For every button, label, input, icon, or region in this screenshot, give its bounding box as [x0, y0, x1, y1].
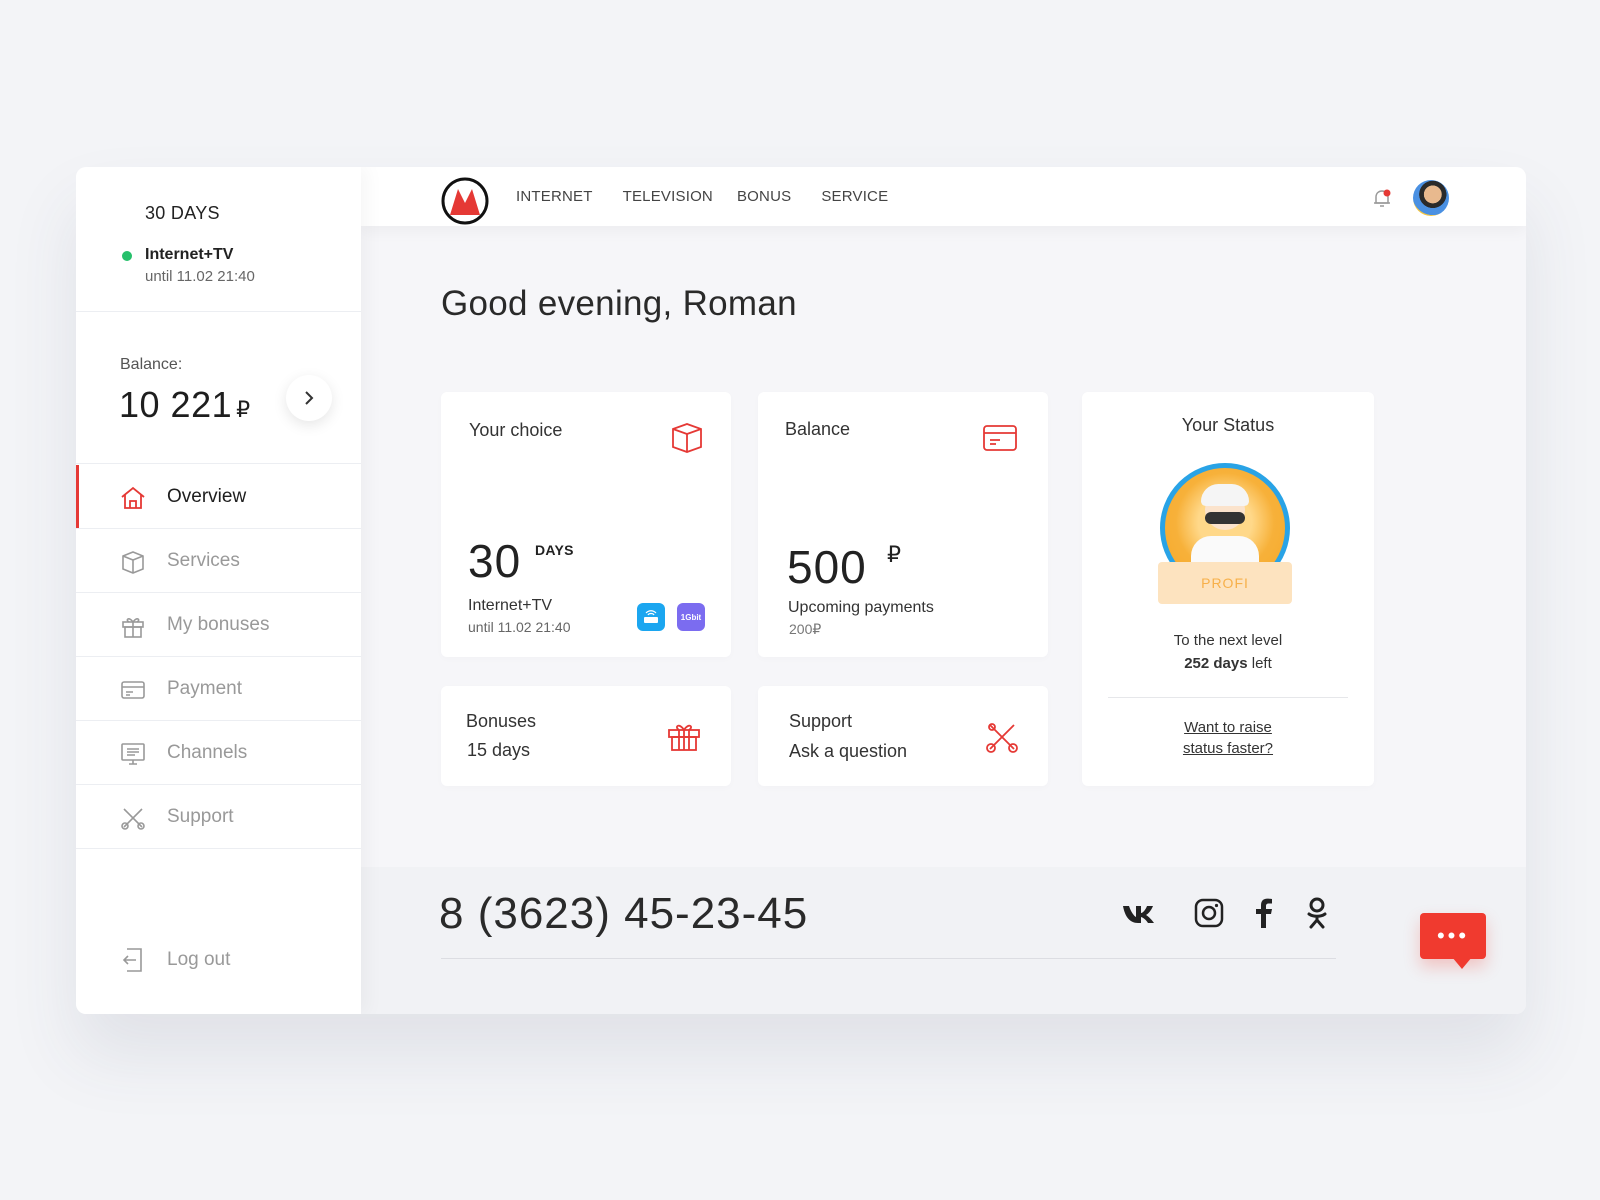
plan-name: Internet+TV [145, 246, 234, 263]
balance-currency: ₽ [236, 397, 251, 422]
chat-dots-icon: ••• [1436, 923, 1470, 948]
sidebar-item-payment[interactable]: Payment [76, 657, 361, 721]
card-support[interactable]: Support Ask a question [758, 686, 1048, 786]
balance-amount: 10 221 ₽ [119, 384, 251, 426]
router-icon [644, 610, 658, 623]
sidebar-item-label: Payment [167, 677, 242, 699]
chevron-right-icon [305, 391, 314, 405]
footer: 8 (3623) 45-23-45 [361, 867, 1526, 1014]
topnav-television[interactable]: TELEVISION [623, 188, 713, 205]
balance-amount-value: 10 221 [119, 384, 233, 425]
chat-button[interactable]: ••• [1420, 913, 1486, 959]
gift-icon [122, 618, 144, 638]
logout-button[interactable]: Log out [76, 942, 361, 982]
sidebar-item-label: Services [167, 549, 240, 571]
divider [441, 958, 1336, 959]
support-value: Ask a question [789, 741, 908, 761]
status-figure-cap [1201, 484, 1249, 506]
card-title: Support [789, 711, 853, 731]
card-bonuses[interactable]: Bonuses 15 days [441, 686, 731, 786]
top-bar: INTERNET TELEVISION BONUS SERVICE [361, 167, 1526, 226]
sidebar: 30 DAYS Internet+TV until 11.02 21:40 Ba… [76, 167, 361, 1014]
sidebar-item-services[interactable]: Services [76, 529, 361, 593]
divider [1108, 697, 1348, 698]
status-days-left: 252 days left [1082, 655, 1374, 672]
bell-icon[interactable] [1371, 187, 1393, 209]
avatar[interactable] [1413, 180, 1449, 216]
tv-icon [121, 743, 145, 765]
instagram-icon[interactable] [1191, 895, 1227, 931]
sidebar-item-overview[interactable]: Overview [76, 465, 361, 529]
topnav-bonus[interactable]: BONUS [737, 188, 791, 205]
plan-days-unit: DAYS [535, 542, 574, 558]
box-icon [122, 551, 144, 574]
topnav-service[interactable]: SERVICE [821, 188, 888, 205]
page-title: Good evening, Roman [441, 284, 797, 323]
sidebar-item-label: Overview [167, 485, 247, 507]
plan-days: 30 DAYS [145, 203, 220, 223]
top-nav: INTERNET TELEVISION BONUS SERVICE [516, 188, 918, 205]
balance-label: Balance: [120, 356, 183, 373]
home-icon [121, 486, 145, 509]
card-icon [983, 425, 1017, 451]
card-your-choice[interactable]: Your choice 30 DAYS Internet+TV until 11… [441, 392, 731, 657]
plan-summary: 30 DAYS Internet+TV until 11.02 21:40 [76, 167, 361, 312]
sidebar-item-support[interactable]: Support [76, 785, 361, 849]
card-icon [121, 681, 145, 699]
sidebar-item-label: Support [167, 805, 234, 827]
card-title: Your choice [469, 420, 563, 440]
status-days-suffix: left [1247, 655, 1272, 672]
plan-name: Internet+TV [468, 597, 553, 614]
raise-status-link-line2: status faster? [1182, 740, 1274, 757]
vk-icon[interactable] [1121, 895, 1157, 931]
balance-details-button[interactable] [286, 375, 332, 421]
raise-status-link-line1: Want to raise [1184, 719, 1272, 736]
sidebar-item-label: Channels [167, 741, 248, 763]
upcoming-payments-label: Upcoming payments [788, 599, 934, 616]
router-badge [637, 603, 665, 631]
bonuses-value: 15 days [467, 740, 531, 760]
balance-currency: ₽ [887, 542, 901, 567]
card-title: Bonuses [466, 711, 537, 731]
speed-badge: 1Gbit [677, 603, 705, 631]
sidebar-item-bonuses[interactable]: My bonuses [76, 593, 361, 657]
tools-icon [121, 808, 145, 830]
topnav-internet[interactable]: INTERNET [516, 188, 593, 205]
logout-icon [122, 948, 142, 972]
odnoklassniki-icon[interactable] [1299, 895, 1335, 931]
sidebar-item-label: My bonuses [167, 613, 270, 635]
card-balance[interactable]: Balance 500 ₽ Upcoming payments 200₽ [758, 392, 1048, 657]
plan-until: until 11.02 21:40 [145, 268, 255, 285]
facebook-icon[interactable] [1246, 895, 1282, 931]
card-title: Balance [785, 419, 851, 439]
chat-button-tail [1452, 957, 1472, 969]
logout-label: Log out [167, 949, 231, 970]
raise-status-link[interactable]: Want to raise status faster? [1082, 717, 1374, 759]
status-days-count: 252 days [1184, 655, 1248, 672]
tools-icon [986, 723, 1018, 753]
upcoming-payments-amount: 200₽ [789, 621, 822, 637]
card-your-status: Your Status PROFI To the next level 252 … [1082, 392, 1374, 786]
card-title: Your Status [1181, 415, 1275, 435]
box-icon [672, 423, 702, 453]
gift-icon [668, 724, 700, 751]
sidebar-nav: Overview Services My bonuses Payment Cha… [76, 465, 361, 849]
sidebar-item-channels[interactable]: Channels [76, 721, 361, 785]
balance-value: 500 [787, 541, 867, 593]
status-figure-glasses [1205, 512, 1245, 524]
balance-summary: Balance: 10 221 ₽ [76, 312, 361, 464]
brand-logo[interactable] [441, 177, 489, 225]
plan-days-value: 30 [468, 535, 522, 587]
support-phone[interactable]: 8 (3623) 45-23-45 [439, 889, 808, 939]
plan-status-dot [122, 251, 132, 261]
plan-until: until 11.02 21:40 [468, 619, 571, 635]
status-next-label: To the next level [1173, 632, 1283, 649]
app-window: 30 DAYS Internet+TV until 11.02 21:40 Ba… [76, 167, 1526, 1014]
status-level-badge: PROFI [1158, 562, 1292, 604]
